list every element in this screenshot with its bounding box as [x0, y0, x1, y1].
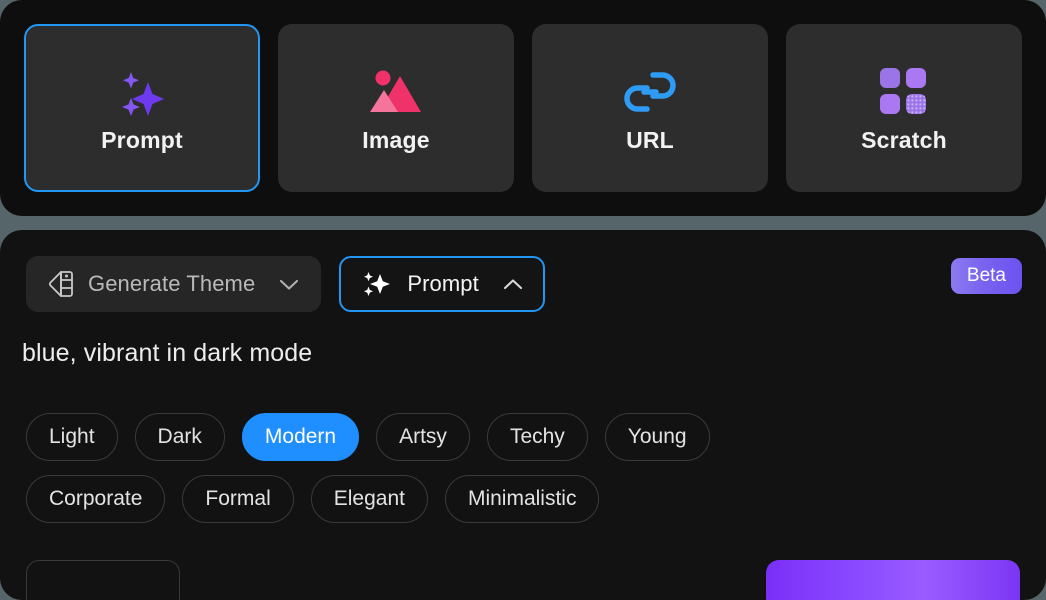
- source-selection-panel: Prompt Image URL Scratch: [0, 0, 1046, 216]
- sparkles-icon: [361, 269, 393, 299]
- source-card-label: Scratch: [861, 126, 947, 153]
- generate-theme-label: Generate Theme: [88, 271, 256, 296]
- source-card-label: URL: [626, 126, 674, 153]
- beta-badge[interactable]: Beta: [950, 258, 1022, 294]
- style-chip-dark[interactable]: Dark: [134, 413, 225, 461]
- mode-selector-label: Prompt: [407, 271, 479, 296]
- style-chip-techy[interactable]: Techy: [486, 413, 588, 461]
- source-card-label: Prompt: [101, 126, 183, 153]
- secondary-action-button[interactable]: [26, 560, 180, 600]
- editor-action-row: [0, 560, 1046, 600]
- image-icon: [365, 63, 427, 121]
- prompt-input[interactable]: blue, vibrant in dark mode: [0, 312, 1046, 368]
- style-chip-group: Light Dark Modern Artsy Techy Young Corp…: [0, 368, 880, 523]
- style-chip-elegant[interactable]: Elegant: [310, 475, 428, 523]
- source-card-scratch[interactable]: Scratch: [786, 24, 1022, 192]
- grid-blocks-icon: [873, 63, 935, 121]
- source-card-label: Image: [362, 126, 430, 153]
- primary-action-button[interactable]: [766, 560, 1020, 600]
- style-chip-modern[interactable]: Modern: [241, 413, 360, 461]
- mode-selector-prompt[interactable]: Prompt: [339, 256, 545, 312]
- sparkles-icon: [111, 63, 173, 121]
- style-chip-corporate[interactable]: Corporate: [26, 475, 166, 523]
- style-chip-formal[interactable]: Formal: [182, 475, 294, 523]
- prompt-editor-panel: Generate Theme Prompt Beta blue, vibrant…: [0, 230, 1046, 600]
- source-card-image[interactable]: Image: [278, 24, 514, 192]
- editor-toolbar: Generate Theme Prompt Beta: [0, 230, 1046, 312]
- palette-tag-icon: [48, 270, 74, 298]
- chevron-up-icon: [503, 278, 523, 291]
- source-card-url[interactable]: URL: [532, 24, 768, 192]
- source-card-prompt[interactable]: Prompt: [24, 24, 260, 192]
- style-chip-light[interactable]: Light: [26, 413, 118, 461]
- style-chip-minimalistic[interactable]: Minimalistic: [444, 475, 600, 523]
- generate-theme-dropdown[interactable]: Generate Theme: [26, 256, 322, 312]
- style-chip-young[interactable]: Young: [604, 413, 710, 461]
- link-icon: [619, 63, 681, 121]
- style-chip-artsy[interactable]: Artsy: [376, 413, 470, 461]
- app-root: Prompt Image URL Scratch Generate Theme …: [0, 0, 1046, 600]
- chevron-down-icon: [279, 278, 299, 291]
